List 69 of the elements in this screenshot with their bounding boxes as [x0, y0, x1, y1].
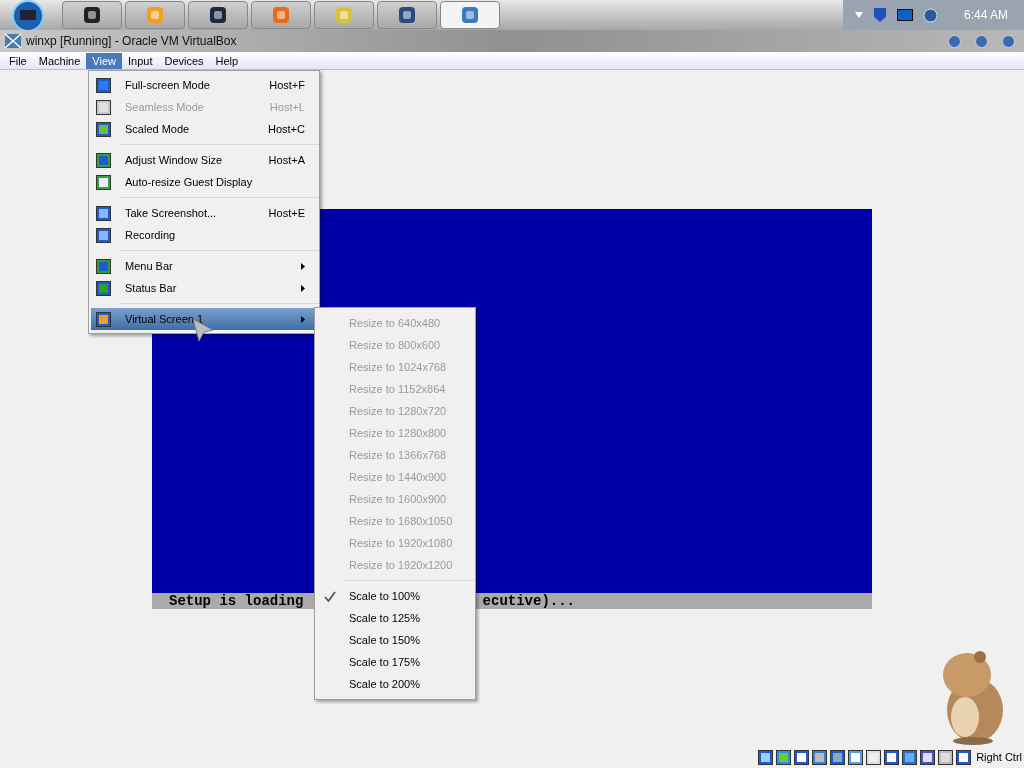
shortcut-text: Host+A: [268, 152, 305, 168]
app-icon: [4, 32, 22, 50]
menu-item[interactable]: Scale to 125%: [315, 607, 475, 629]
device-status-icon: [830, 749, 846, 765]
app-icon: [83, 6, 101, 24]
menu-item-icon: [96, 205, 111, 221]
menu-item-icon: [96, 77, 111, 93]
monitor-icon[interactable]: [896, 9, 913, 21]
shortcut-text: Host+E: [268, 205, 305, 221]
globe-icon[interactable]: [922, 7, 938, 23]
device-status-icon: [884, 749, 900, 765]
device-status-icon: [758, 749, 774, 765]
menu-item[interactable]: Auto-resize Guest Display: [91, 171, 317, 193]
menu-item[interactable]: Recording: [91, 224, 317, 246]
window-title: winxp [Running] - Oracle VM VirtualBox: [26, 33, 237, 50]
device-status-icon: [848, 749, 864, 765]
device-status-icon: [902, 749, 918, 765]
menu-item[interactable]: Full-screen Mode Host+F: [91, 74, 317, 96]
device-status-icon: [938, 749, 954, 765]
menu-item[interactable]: Devices: [158, 52, 210, 69]
app-icon: [398, 6, 416, 24]
menu-item[interactable]: Scale to 175%: [315, 651, 475, 673]
minimize-button[interactable]: [948, 34, 961, 48]
menu-item[interactable]: Menu Bar: [91, 255, 317, 277]
app-icon: [335, 6, 353, 24]
menu-item[interactable]: Status Bar: [91, 277, 317, 299]
device-status-icon: [776, 749, 792, 765]
device-status-icon: [794, 749, 810, 765]
menu-item-icon: [96, 121, 111, 137]
guest-status-text: ecutive)...: [482, 591, 575, 611]
device-status-icon: [866, 749, 882, 765]
menu-item[interactable]: Input: [121, 52, 159, 69]
shield-icon[interactable]: [872, 7, 887, 23]
maximize-button[interactable]: [975, 34, 988, 48]
menu-item[interactable]: Scaled Mode Host+C: [91, 118, 317, 140]
taskbar-app-button[interactable]: [62, 1, 122, 29]
device-status-icon: [812, 749, 828, 765]
menu-item[interactable]: Help: [209, 52, 245, 69]
caret-icon[interactable]: [854, 12, 863, 18]
menu-item-icon: [96, 258, 111, 274]
shortcut-text: Host+C: [268, 121, 305, 137]
menu-item[interactable]: Virtual Screen 1: [91, 308, 317, 330]
menu-item[interactable]: Scale to 150%: [315, 629, 475, 651]
device-status-icon: [920, 749, 936, 765]
menu-item-icon: [96, 174, 111, 190]
app-icon: [146, 6, 164, 24]
host-key-label: Right Ctrl: [976, 749, 1022, 765]
menu-item[interactable]: Adjust Window Size Host+A: [91, 149, 317, 171]
menu-item-icon: [96, 227, 111, 243]
menu-item-icon: [96, 99, 111, 115]
taskbar-app-button[interactable]: [188, 1, 248, 29]
menu-item-icon: [96, 311, 111, 327]
shortcut-text: Host+L: [269, 99, 305, 115]
shortcut-text: Host+F: [269, 77, 305, 93]
device-status-icon: [956, 749, 972, 765]
menu-item[interactable]: Take Screenshot... Host+E: [91, 202, 317, 224]
menu-item[interactable]: Machine: [32, 52, 87, 69]
menu-item[interactable]: Scale to 100%: [315, 585, 475, 607]
app-icon: [461, 6, 479, 24]
app-icon: [209, 6, 227, 24]
menu-item[interactable]: File: [3, 52, 33, 69]
close-button[interactable]: [1002, 34, 1015, 48]
menu-item[interactable]: View: [86, 52, 122, 69]
taskbar-app-button[interactable]: [377, 1, 437, 29]
app-icon: [272, 6, 290, 24]
menu-item-icon: [96, 152, 111, 168]
menu-item-icon: [96, 280, 111, 296]
menu-item[interactable]: Scale to 200%: [315, 673, 475, 695]
guest-status-text: Setup is loading: [169, 591, 304, 611]
